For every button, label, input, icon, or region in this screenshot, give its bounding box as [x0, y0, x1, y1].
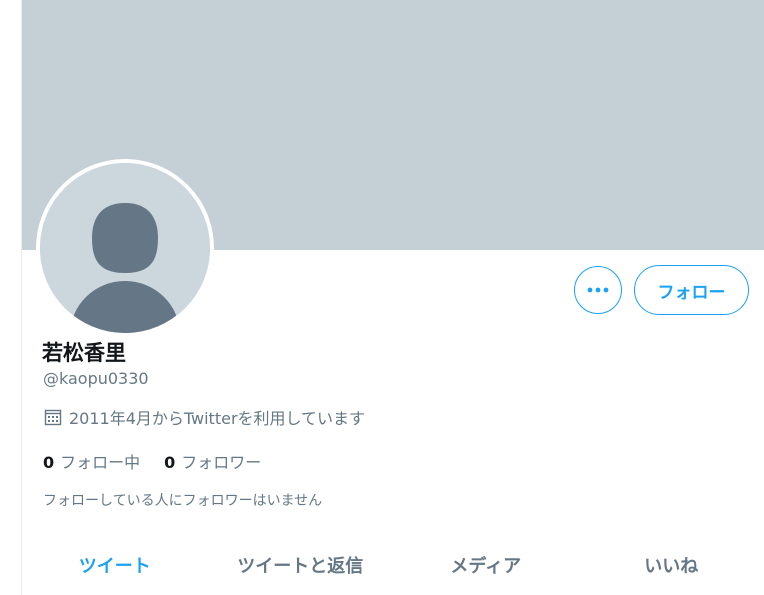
followers-link[interactable]: 0 フォロワー	[164, 449, 261, 473]
display-name: 若松香里	[42, 341, 126, 365]
following-label: フォロー中	[60, 453, 141, 472]
profile-tabs: ツイート ツイートと返信 メディア いいね	[22, 535, 764, 595]
following-count: 0	[43, 453, 55, 472]
more-dots-icon	[587, 287, 609, 293]
tab-tweets[interactable]: ツイート	[22, 535, 208, 595]
avatar[interactable]	[36, 159, 214, 337]
tab-media[interactable]: メディア	[393, 535, 579, 595]
follow-stats: 0 フォロー中 0 フォロワー	[43, 449, 261, 473]
profile-page: フォロー 若松香里 @kaopu0330 2011年4月からTwitterを利用…	[0, 0, 764, 595]
join-date: 2011年4月からTwitterを利用しています	[44, 405, 365, 429]
calendar-icon	[44, 409, 62, 426]
followers-label: フォロワー	[181, 453, 262, 472]
join-date-text: 2011年4月からTwitterを利用しています	[69, 409, 366, 428]
default-avatar-icon	[40, 163, 210, 333]
follow-button[interactable]: フォロー	[634, 265, 749, 315]
tab-likes[interactable]: いいね	[579, 535, 764, 595]
tab-tweets-and-replies[interactable]: ツイートと返信	[208, 535, 394, 595]
followers-count: 0	[164, 453, 176, 472]
followed-by-note: フォローしている人にフォロワーはいません	[43, 493, 323, 509]
follow-button-label: フォロー	[657, 282, 726, 303]
user-handle: @kaopu0330	[43, 369, 149, 388]
following-link[interactable]: 0 フォロー中	[43, 449, 140, 473]
more-options-button[interactable]	[574, 266, 622, 314]
